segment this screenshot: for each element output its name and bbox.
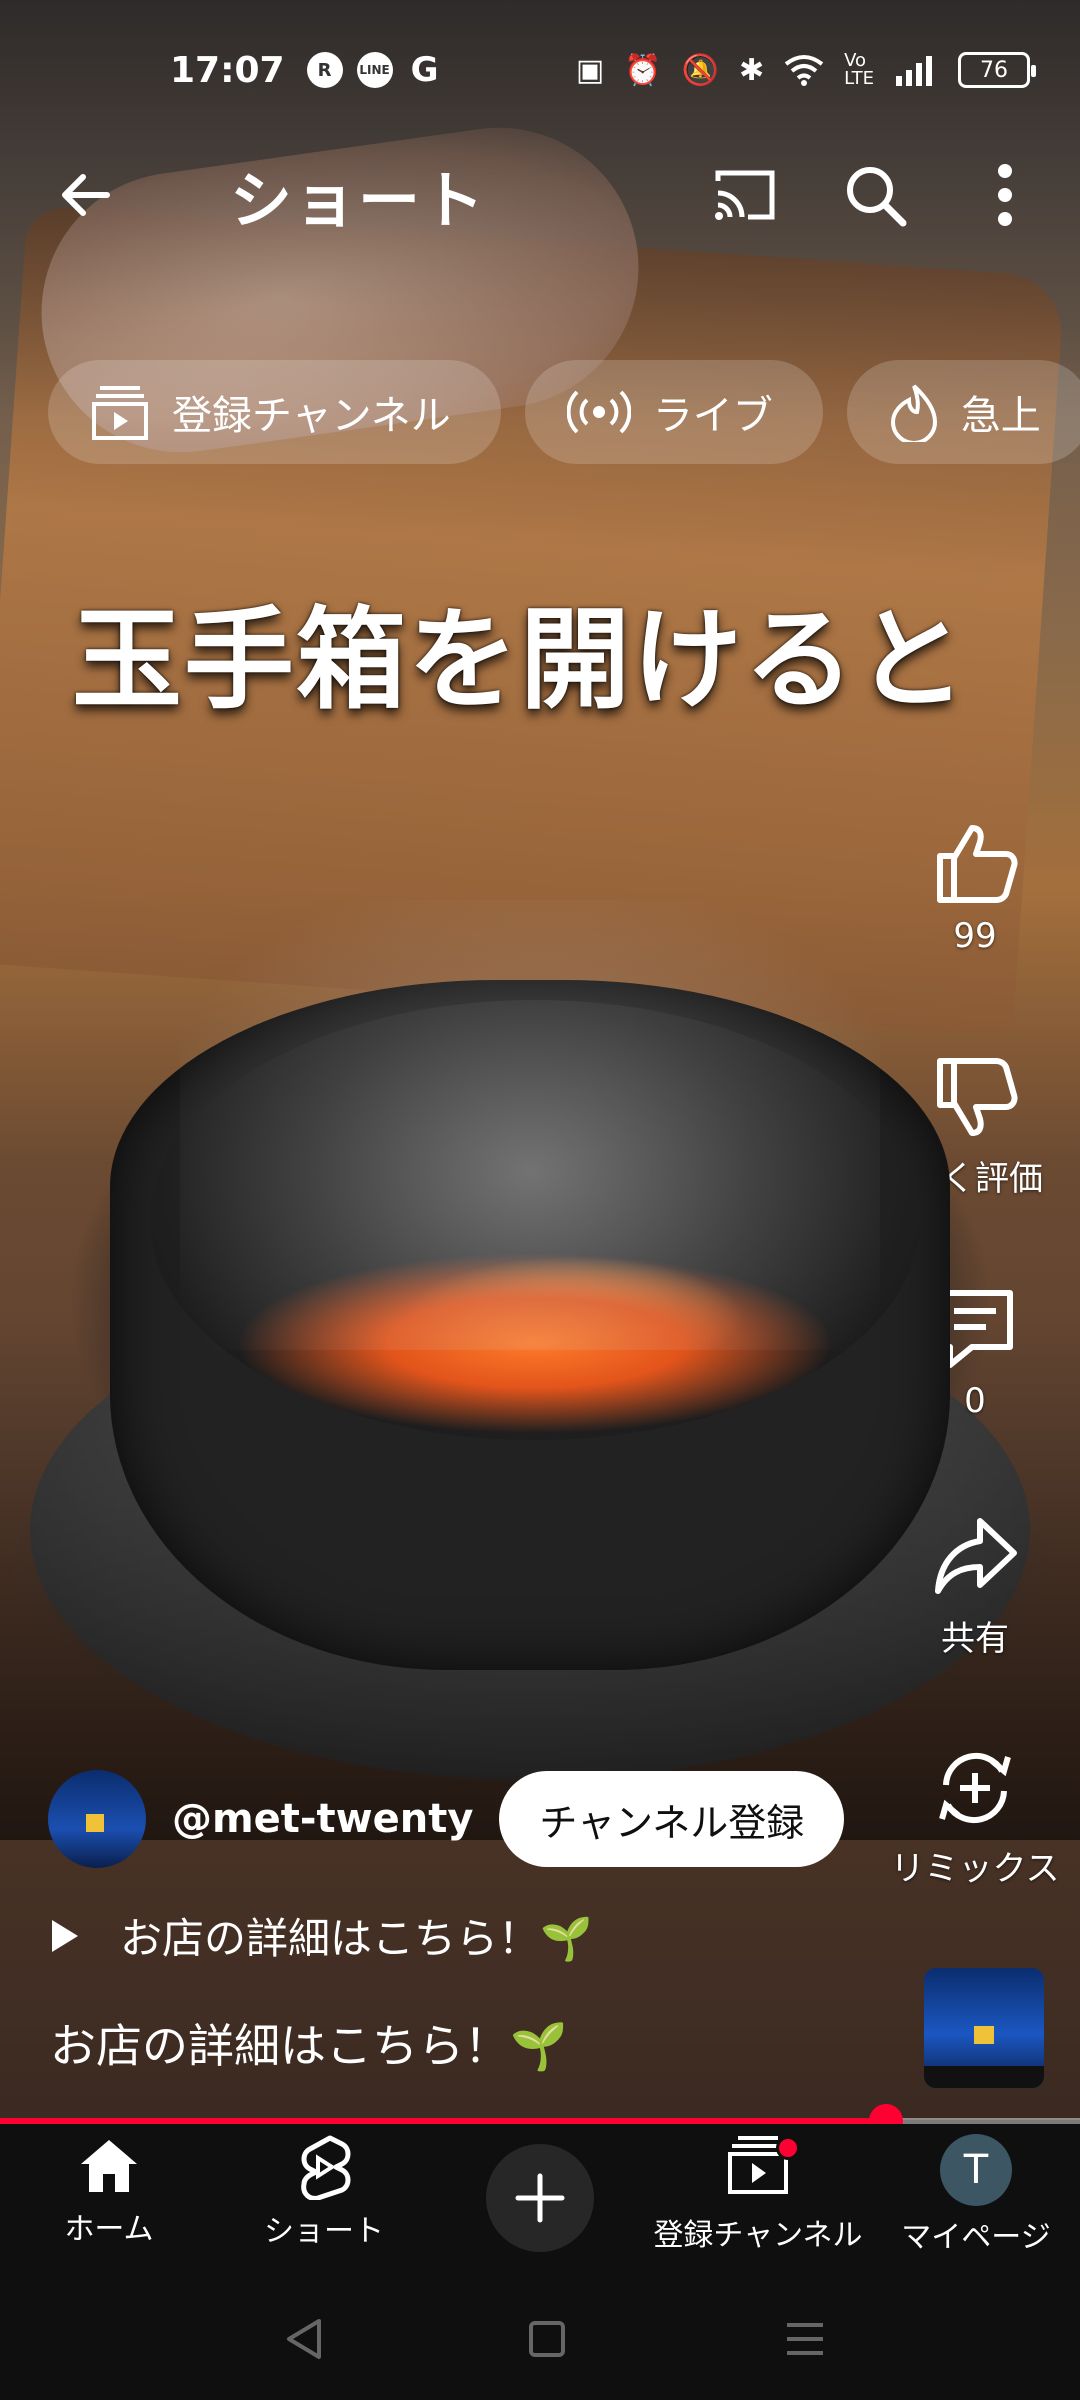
search-icon	[847, 167, 907, 227]
chip-label: 急上	[960, 393, 1041, 439]
channel-handle[interactable]: @met-twenty	[172, 1796, 473, 1842]
home-icon	[81, 2140, 137, 2192]
nfc-icon: ▣	[575, 52, 605, 88]
subscriptions-icon	[92, 386, 148, 440]
nav-shorts[interactable]: ショート	[256, 2134, 392, 2250]
comment-count: 0	[964, 1381, 986, 1421]
top-actions	[700, 150, 1050, 240]
thumbs-down-icon	[937, 1058, 1018, 1136]
play-triangle-icon	[52, 1919, 78, 1952]
share-button[interactable]: 共有	[890, 1515, 1060, 1660]
nav-label: マイページ	[901, 2220, 1051, 2255]
status-time: 17:07	[170, 49, 285, 91]
battery-icon: 76	[958, 52, 1036, 88]
system-back-button[interactable]	[268, 2304, 338, 2374]
subscriptions-icon-wrap	[726, 2134, 800, 2204]
share-icon	[935, 1518, 1017, 1594]
channel-avatar[interactable]	[48, 1770, 146, 1868]
video-title[interactable]: お店の詳細はこちら！🌱	[50, 2010, 567, 2076]
triangle-back-icon	[287, 2319, 321, 2359]
nav-mypage[interactable]: T マイページ	[896, 2134, 1056, 2256]
volte-icon: Vo LTE	[844, 50, 874, 89]
chip-live[interactable]: ライブ	[524, 360, 823, 464]
bluetooth-icon: ✱	[738, 52, 765, 88]
menu-lines-icon	[787, 2323, 823, 2355]
square-home-icon	[529, 2321, 565, 2357]
share-label: 共有	[941, 1619, 1009, 1659]
like-count: 99	[953, 916, 997, 956]
cast-button[interactable]	[700, 150, 790, 240]
video-frame-steam	[180, 900, 880, 1350]
status-bar: 17:07 R LINE G ▣ ⏰ 🔕 ✱ Vo LTE 76	[0, 0, 1080, 140]
rakuten-link-icon: R	[306, 52, 343, 88]
like-button[interactable]: 99	[890, 820, 1060, 956]
avatar-sign-graphic	[86, 1814, 104, 1832]
nav-subscriptions[interactable]: 登録チャンネル	[648, 2134, 868, 2254]
google-icon: G	[410, 50, 439, 90]
trending-icon	[890, 384, 937, 442]
channel-row: @met-twenty チャンネル登録	[48, 1770, 845, 1868]
nav-label: ホーム	[64, 2212, 154, 2247]
subscribe-button[interactable]: チャンネル登録	[499, 1771, 845, 1867]
system-home-button[interactable]	[512, 2304, 582, 2374]
chip-subscriptions[interactable]: 登録チャンネル	[48, 360, 501, 464]
bottom-navigation: ホーム ショート 登録チャンネル T マイページ	[0, 2124, 1080, 2274]
status-icons: ▣ ⏰ 🔕 ✱ Vo LTE 76	[575, 50, 1036, 89]
nav-home[interactable]: ホーム	[44, 2134, 174, 2248]
shorts-icon	[301, 2135, 351, 2200]
search-button[interactable]	[830, 150, 920, 240]
top-bar: ショート	[0, 140, 1080, 250]
system-navigation	[0, 2274, 1080, 2400]
chip-label: 登録チャンネル	[172, 393, 451, 439]
account-avatar: T	[940, 2134, 1012, 2206]
filter-chips: 登録チャンネル ライブ 急上	[48, 360, 1080, 464]
live-icon	[566, 390, 631, 434]
system-recents-button[interactable]	[770, 2304, 840, 2374]
nav-label: ショート	[264, 2214, 384, 2249]
remix-button[interactable]: リミックス	[890, 1745, 1060, 1890]
more-options-button[interactable]	[960, 150, 1050, 240]
back-button[interactable]	[30, 140, 140, 250]
sound-thumbnail[interactable]	[924, 1968, 1044, 2088]
more-vert-icon	[998, 164, 1012, 226]
chip-trending[interactable]: 急上	[846, 360, 1080, 464]
back-arrow-icon	[62, 174, 110, 216]
thumbs-up-icon	[937, 825, 1018, 903]
remix-label: リミックス	[890, 1849, 1060, 1889]
remix-icon	[939, 1752, 1011, 1824]
thumb-ground-graphic	[924, 2066, 1044, 2088]
video-caption: 玉手箱を開けると	[72, 596, 968, 724]
thumb-sign-graphic	[974, 2026, 994, 2044]
notification-dot	[776, 2136, 800, 2160]
line-icon: LINE	[356, 52, 393, 88]
nav-create[interactable]	[486, 2144, 594, 2252]
page-title: ショート	[230, 164, 487, 237]
battery-level: 76	[980, 57, 1008, 83]
nav-label: 登録チャンネル	[653, 2218, 863, 2253]
chip-label: ライブ	[652, 393, 773, 439]
mute-icon: 🔕	[681, 52, 719, 88]
description-expand[interactable]: お店の詳細はこちら！🌱	[52, 1905, 592, 1966]
plus-icon	[515, 2173, 565, 2223]
signal-icon	[896, 56, 932, 86]
wifi-icon	[784, 55, 824, 86]
alarm-icon: ⏰	[624, 52, 662, 88]
create-button[interactable]	[486, 2144, 594, 2252]
cast-icon	[715, 170, 775, 220]
description-text: お店の詳細はこちら！🌱	[120, 1914, 593, 1963]
